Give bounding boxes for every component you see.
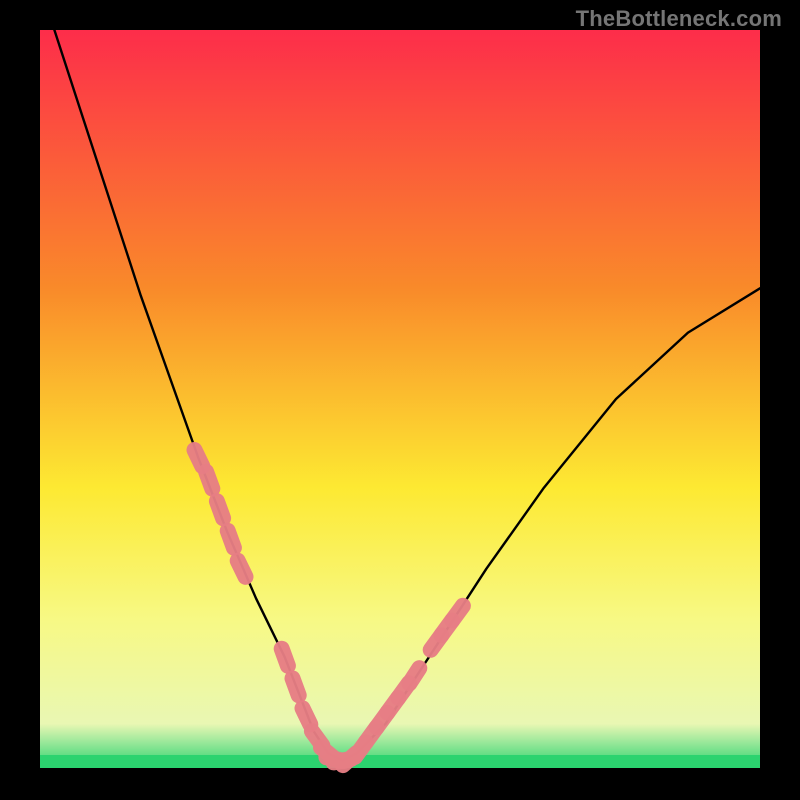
- green-band: [40, 755, 760, 768]
- plot-background: [40, 30, 760, 768]
- curve-marker: [303, 708, 311, 724]
- curve-marker: [217, 501, 223, 518]
- curve-marker: [410, 668, 420, 683]
- curve-marker: [452, 606, 463, 621]
- curve-marker: [282, 649, 288, 666]
- curve-marker: [228, 531, 234, 548]
- curve-marker: [206, 472, 212, 489]
- chart-svg: [0, 0, 800, 800]
- curve-marker: [195, 450, 203, 466]
- curve-marker: [238, 561, 246, 577]
- watermark-text: TheBottleneck.com: [576, 6, 782, 32]
- chart-frame: TheBottleneck.com: [0, 0, 800, 800]
- curve-marker: [293, 678, 299, 695]
